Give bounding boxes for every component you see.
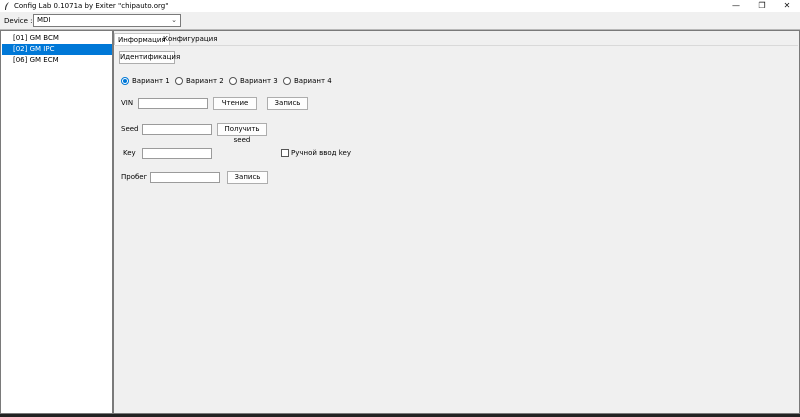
seed-input[interactable] <box>142 124 212 135</box>
mileage-write-button[interactable]: Запись <box>227 171 268 184</box>
module-item[interactable]: [06] GM ECM <box>2 55 112 66</box>
manual-key-label: Ручной ввод key <box>291 149 351 157</box>
device-select-value: MDI <box>37 16 51 24</box>
variant-3-label: Вариант 3 <box>240 77 278 85</box>
mileage-label: Пробег <box>121 173 148 181</box>
radio-icon <box>229 77 237 85</box>
close-icon: ✕ <box>783 1 791 10</box>
content-pane <box>113 30 800 414</box>
minimize-icon: — <box>732 1 740 10</box>
key-input[interactable] <box>142 148 212 159</box>
radio-icon <box>283 77 291 85</box>
module-list[interactable]: [01] GM BCM [02] GM IPC [06] GM ECM <box>0 30 113 414</box>
vin-read-button[interactable]: Чтение <box>213 97 257 110</box>
module-item-selected[interactable]: [02] GM IPC <box>2 44 112 55</box>
device-select[interactable]: MDI ⌄ <box>33 14 181 27</box>
vin-write-button[interactable]: Запись <box>267 97 308 110</box>
minimize-button[interactable]: — <box>723 0 749 12</box>
variant-1-label: Вариант 1 <box>132 77 170 85</box>
device-label: Device : <box>4 17 33 25</box>
key-label: Key <box>123 149 136 157</box>
maximize-icon: ❐ <box>758 1 766 10</box>
module-item[interactable]: [01] GM BCM <box>2 33 112 44</box>
variant-4-label: Вариант 4 <box>294 77 332 85</box>
mileage-input[interactable] <box>150 172 220 183</box>
radio-icon <box>121 77 129 85</box>
manual-key-checkbox[interactable] <box>281 149 289 157</box>
chevron-down-icon: ⌄ <box>171 16 177 24</box>
maximize-button[interactable]: ❐ <box>749 0 775 12</box>
vin-input[interactable] <box>138 98 208 109</box>
tab-divider <box>115 45 798 46</box>
radio-icon <box>175 77 183 85</box>
feather-icon <box>5 2 9 10</box>
tab-configuration[interactable]: Конфигурация <box>160 33 220 45</box>
seed-label: Seed <box>121 125 139 133</box>
close-button[interactable]: ✕ <box>774 0 800 12</box>
vin-label: VIN <box>121 99 134 107</box>
variant-2-label: Вариант 2 <box>186 77 224 85</box>
get-seed-button[interactable]: Получить seed <box>217 123 267 144</box>
identify-button[interactable]: Идентификация <box>119 51 180 64</box>
window-title: Config Lab 0.1071a by Exiter "chipauto.o… <box>14 2 169 10</box>
